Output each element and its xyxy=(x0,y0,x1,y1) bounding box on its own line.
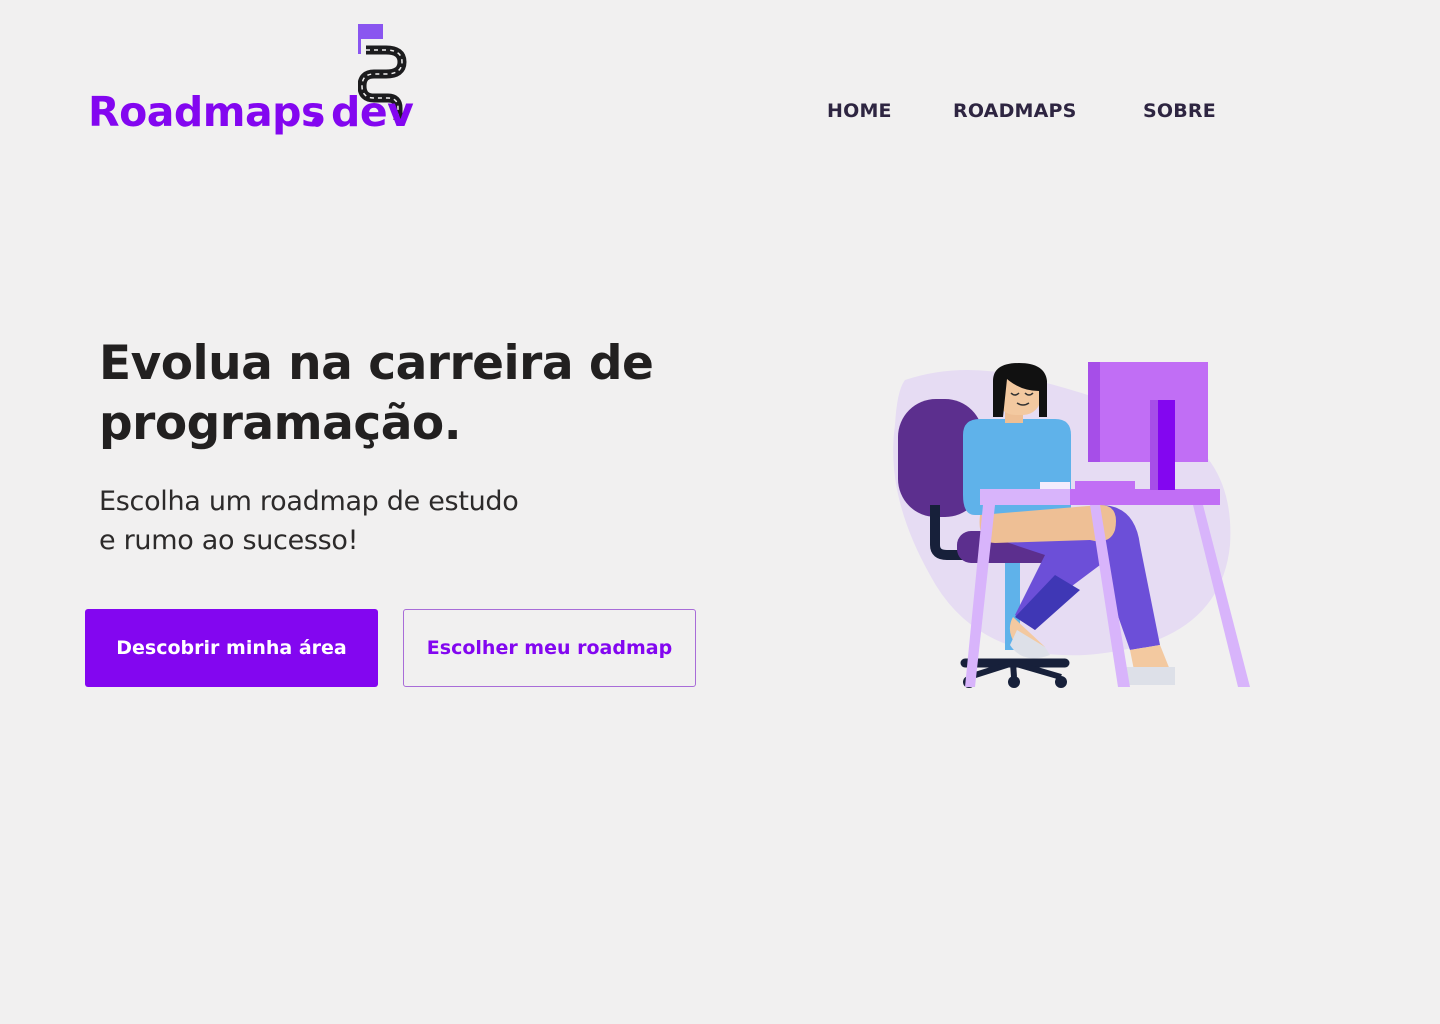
brand-logo[interactable]: Roadmaps dev xyxy=(88,20,418,145)
choose-roadmap-button[interactable]: Escolher meu roadmap xyxy=(403,609,696,687)
nav-home-link[interactable]: HOME xyxy=(827,100,892,122)
nav-roadmaps-link[interactable]: ROADMAPS xyxy=(953,100,1077,122)
nav-sobre-link[interactable]: SOBRE xyxy=(1143,100,1216,122)
landing-page: Roadmaps dev HOME ROADMAPS SOBRE Evolua … xyxy=(0,0,1440,1024)
hero-subtitle: Escolha um roadmap de estudo e rumo ao s… xyxy=(99,482,619,560)
hero-title: Evolua na carreira de programação. xyxy=(99,334,719,454)
developer-at-desk-illustration xyxy=(893,362,1250,688)
discover-area-button[interactable]: Descobrir minha área xyxy=(85,609,378,687)
brand-name-left: Roadmaps xyxy=(88,88,325,136)
hero-subtitle-line2: e rumo ao sucesso! xyxy=(99,525,359,556)
hero-title-line2: programação. xyxy=(99,396,462,451)
brand-name-right: dev xyxy=(331,88,414,136)
hero-subtitle-line1: Escolha um roadmap de estudo xyxy=(99,486,519,517)
brand-dot xyxy=(312,117,322,127)
hero-title-line1: Evolua na carreira de xyxy=(99,336,654,391)
